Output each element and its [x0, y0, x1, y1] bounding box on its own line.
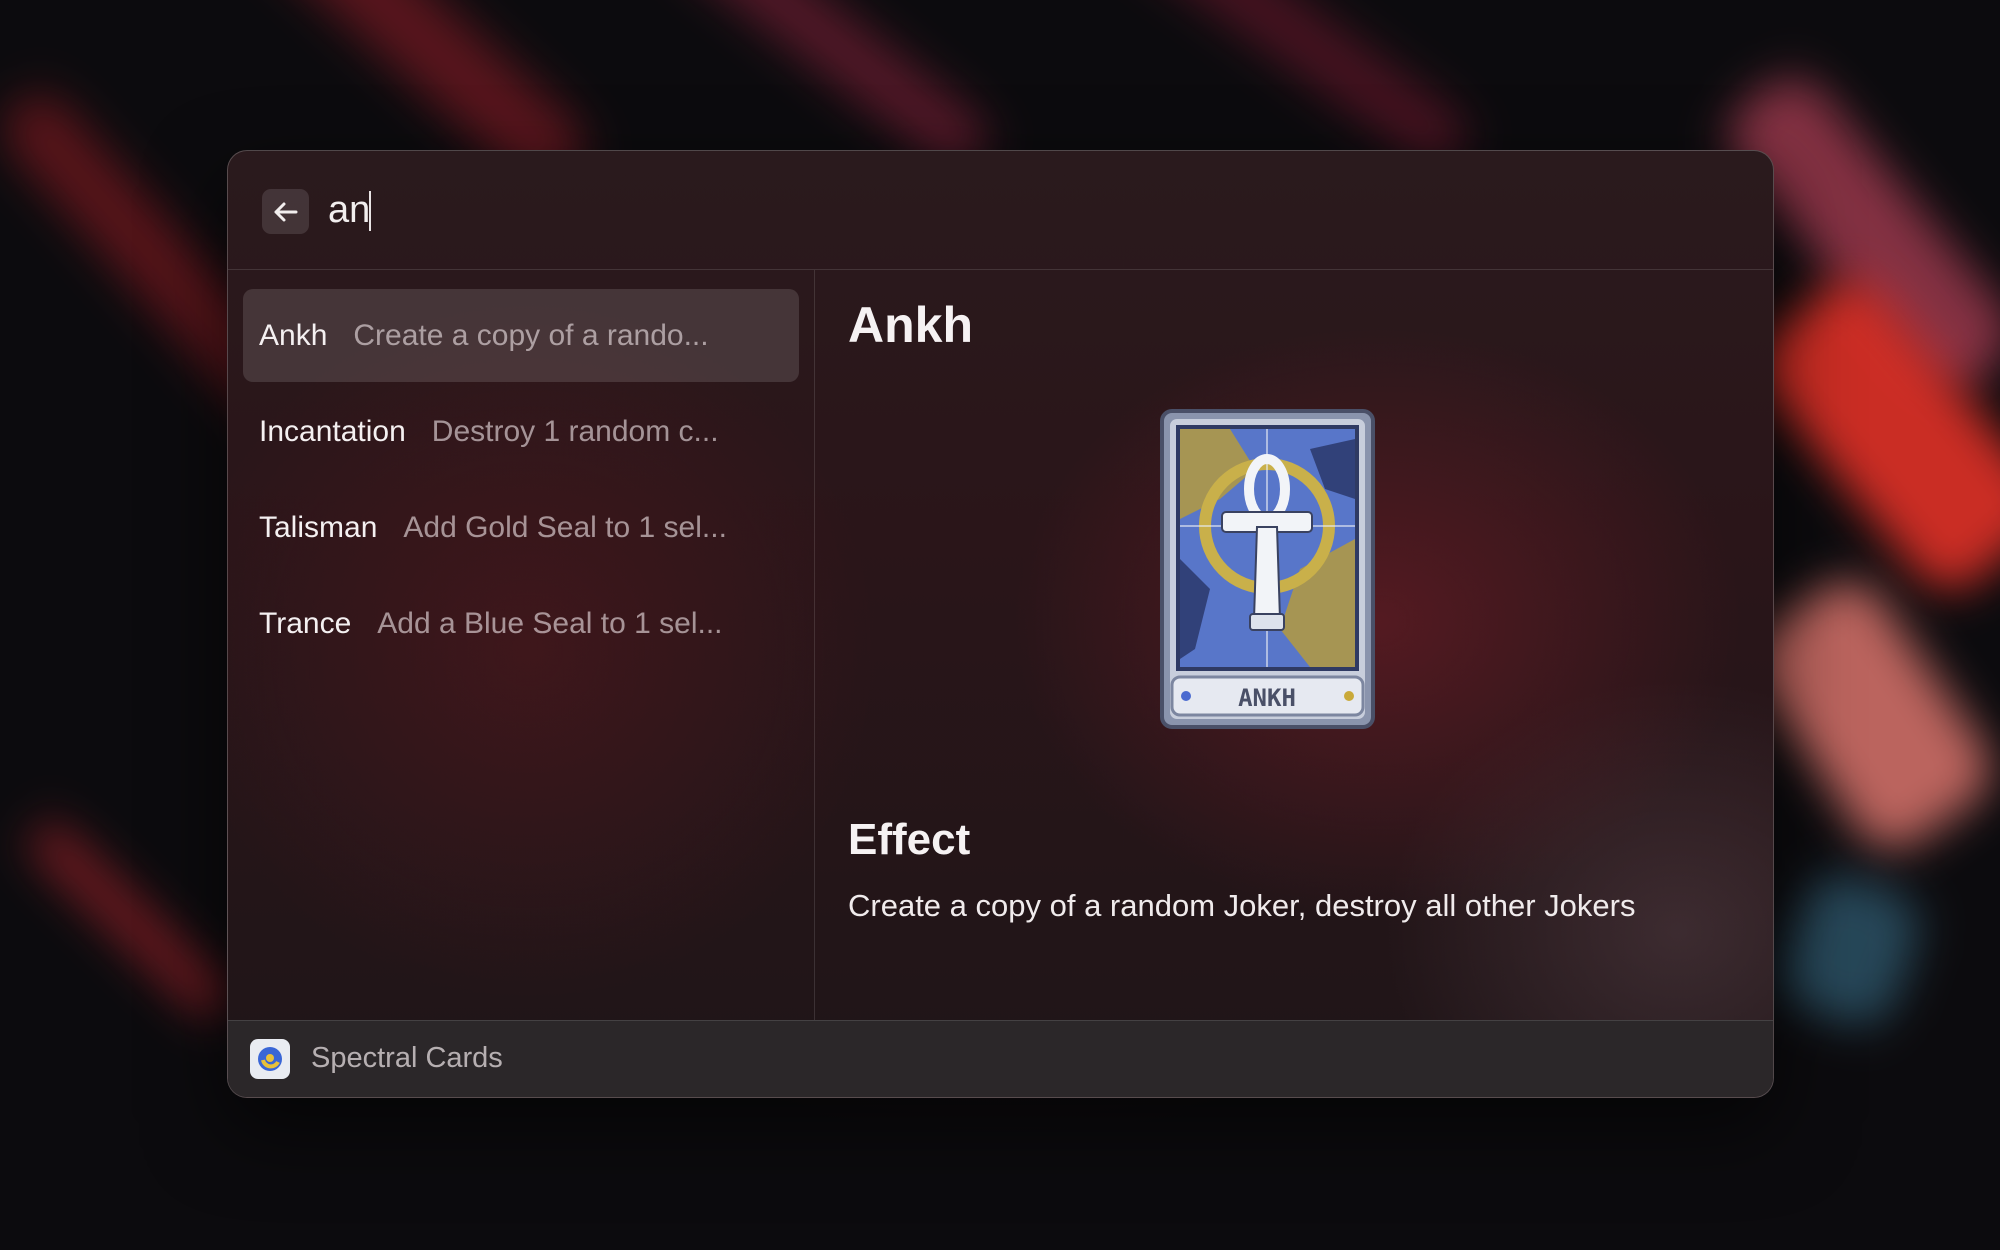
- back-button[interactable]: [262, 189, 309, 234]
- detail-title: Ankh: [848, 297, 973, 353]
- effect-heading: Effect: [848, 815, 971, 864]
- footer-label: Spectral Cards: [311, 1042, 503, 1074]
- footer-bar: Spectral Cards: [228, 1020, 1773, 1097]
- list-item-talisman[interactable]: Talisman Add Gold Seal to 1 sel...: [243, 481, 799, 574]
- effect-text: Create a copy of a random Joker, destroy…: [848, 888, 1636, 923]
- list-item-ankh[interactable]: Ankh Create a copy of a rando...: [243, 289, 799, 382]
- list-item-incantation[interactable]: Incantation Destroy 1 random c...: [243, 385, 799, 478]
- ankh-card-image: ANKH: [1160, 409, 1375, 729]
- list-item-subtitle: Add a Blue Seal to 1 sel...: [377, 606, 723, 640]
- arrow-left-icon: [274, 202, 297, 221]
- list-item-subtitle: Create a copy of a rando...: [353, 318, 709, 352]
- list-item-trance[interactable]: Trance Add a Blue Seal to 1 sel...: [243, 577, 799, 670]
- list-item-title: Talisman: [259, 510, 378, 544]
- search-bar: [228, 151, 1773, 270]
- detail-pane: Ankh ANKH Effect Create a copy of a rand…: [815, 270, 1773, 1020]
- list-item-title: Incantation: [259, 414, 406, 448]
- list-item-title: Trance: [259, 606, 352, 640]
- launcher-window: Ankh Create a copy of a rando... Incanta…: [227, 150, 1774, 1098]
- list-item-title: Ankh: [259, 318, 328, 352]
- results-list: Ankh Create a copy of a rando... Incanta…: [228, 270, 815, 1020]
- search-input[interactable]: [328, 179, 1528, 241]
- list-item-subtitle: Add Gold Seal to 1 sel...: [403, 510, 727, 544]
- list-item-subtitle: Destroy 1 random c...: [431, 414, 719, 448]
- spectral-cards-logo-icon: [250, 1039, 290, 1079]
- card-label: ANKH: [1238, 684, 1296, 712]
- text-caret: [369, 191, 371, 231]
